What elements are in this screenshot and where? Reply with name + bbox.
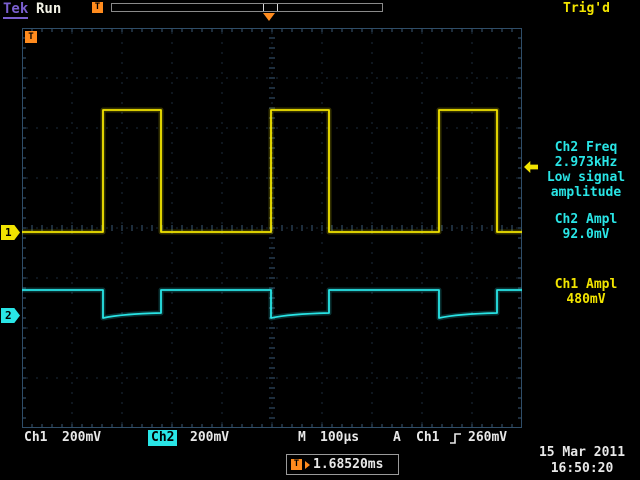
record-view-bar	[111, 3, 383, 12]
ch2-scale: 200mV	[190, 430, 229, 445]
ch1-scale: 200mV	[62, 430, 101, 445]
oscilloscope-screen: Tek Run T Trig'd T 1 2 Ch2 Freq 2.973kHz…	[0, 0, 640, 480]
date-display: 15 Mar 2011	[526, 445, 638, 460]
trigger-status: Trig'd	[563, 1, 610, 16]
meas-ch2-ampl-label: Ch2 Ampl	[534, 212, 638, 227]
trigger-marker-icon: T	[291, 459, 302, 470]
record-trigger-marker-icon: T	[92, 2, 103, 13]
meas-ch2-freq-label: Ch2 Freq	[534, 140, 638, 155]
graticule	[22, 28, 522, 428]
record-window-brackets	[263, 4, 278, 11]
meas-warning-line1: Low signal	[534, 170, 638, 185]
timebase-label: M	[298, 430, 306, 445]
trigger-position-value: 1.68520ms	[313, 457, 383, 472]
ch1-ground-marker: 1	[1, 225, 20, 240]
ch2-label: Ch2	[148, 430, 177, 446]
trigger-source: Ch1	[416, 430, 439, 445]
trigger-mode: A	[393, 430, 401, 445]
acquisition-status: Run	[36, 2, 61, 17]
time-display: 16:50:20	[526, 461, 638, 476]
meas-ch1-ampl-value: 480mV	[534, 292, 638, 307]
meas-ch2-ampl-value: 92.0mV	[534, 227, 638, 242]
trigger-marker-arrow-icon	[305, 461, 310, 469]
trigger-position-readout: T 1.68520ms	[286, 454, 399, 475]
trigger-point-flag: T	[25, 31, 37, 43]
tek-logo: Tek	[3, 2, 28, 19]
trigger-position-arrow-icon	[263, 13, 275, 21]
timebase-value: 100µs	[320, 430, 359, 445]
meas-warning-line2: amplitude	[534, 185, 638, 200]
meas-ch1-ampl-label: Ch1 Ampl	[534, 277, 638, 292]
trigger-level: 260mV	[468, 430, 507, 445]
ch2-ground-marker: 2	[1, 308, 20, 323]
meas-ch2-freq-value: 2.973kHz	[534, 155, 638, 170]
rising-edge-icon	[449, 431, 463, 445]
ch1-label: Ch1	[24, 430, 47, 445]
